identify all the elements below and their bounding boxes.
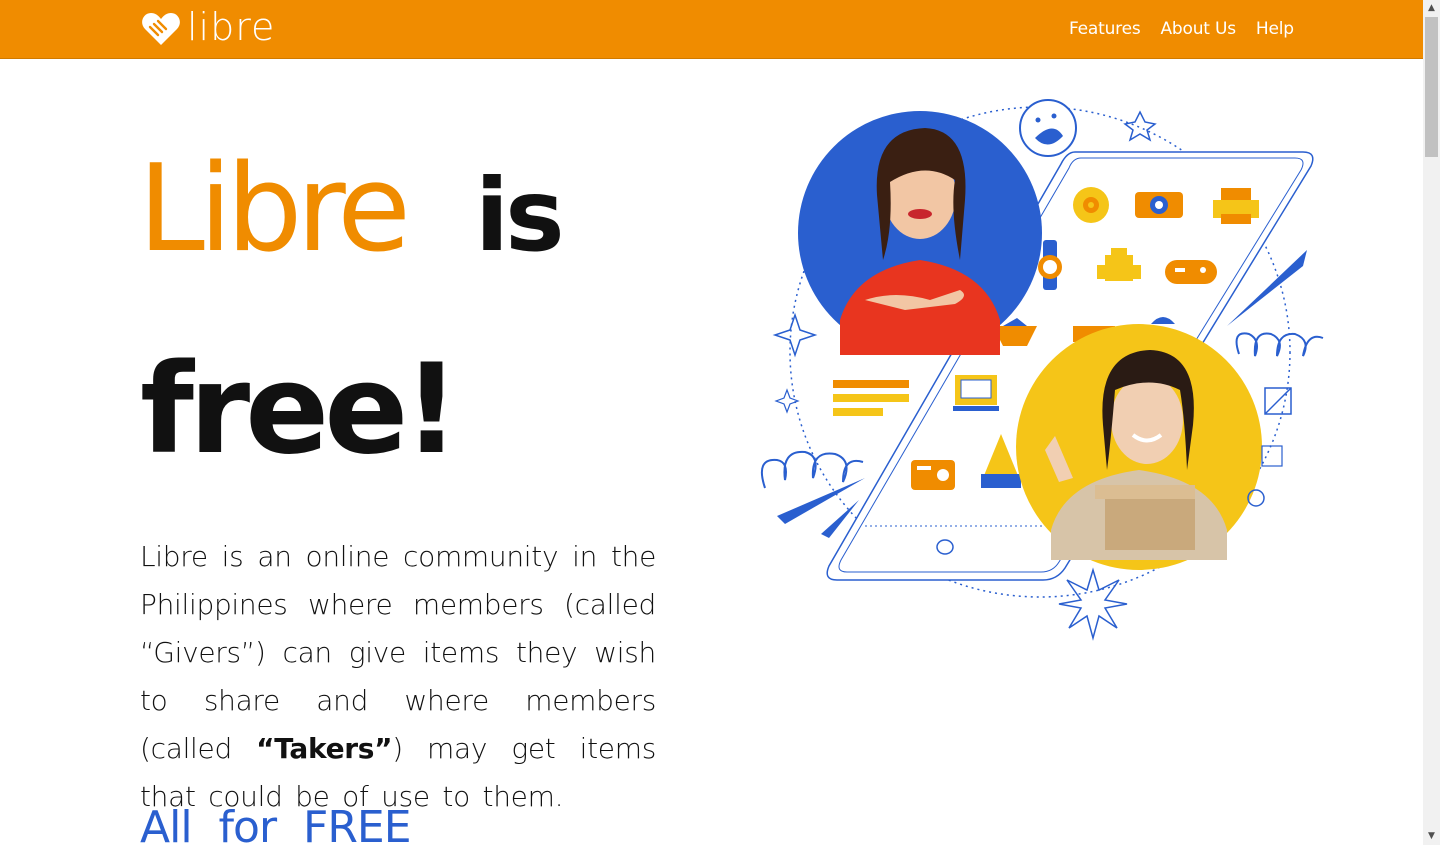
heart-hands-icon [142,13,180,45]
giver-photo [798,111,1042,355]
nav-link-help[interactable]: Help [1256,18,1294,40]
headline-is-word: is [474,157,565,274]
nav-link-features[interactable]: Features [1069,18,1141,40]
main-nav: Features About Us Help [1069,18,1294,40]
taker-photo [1016,324,1262,570]
swoosh-left [777,478,865,524]
headline-free-word: free! [140,338,460,482]
scroll-down-arrow-icon[interactable]: ▼ [1423,828,1440,845]
page-scrollbar[interactable]: ▲ ▼ [1423,0,1440,845]
hero-headline: Libre is [138,140,565,286]
hero-tagline: All for FREE [140,802,412,853]
scrollbar-thumb[interactable] [1425,17,1438,157]
hero-description: Libre is an online community in the Phil… [140,533,656,821]
nav-link-about-us[interactable]: About Us [1161,18,1237,40]
brand-logo-link[interactable]: libre [141,5,276,49]
headline-brand-word: Libre [138,140,411,279]
hero-illustration [761,99,1324,641]
top-navbar: libre Features About Us Help [0,0,1423,59]
scroll-up-arrow-icon[interactable]: ▲ [1423,0,1440,17]
brand-name: libre [187,5,276,49]
description-takers-bold: “Takers” [256,732,393,765]
